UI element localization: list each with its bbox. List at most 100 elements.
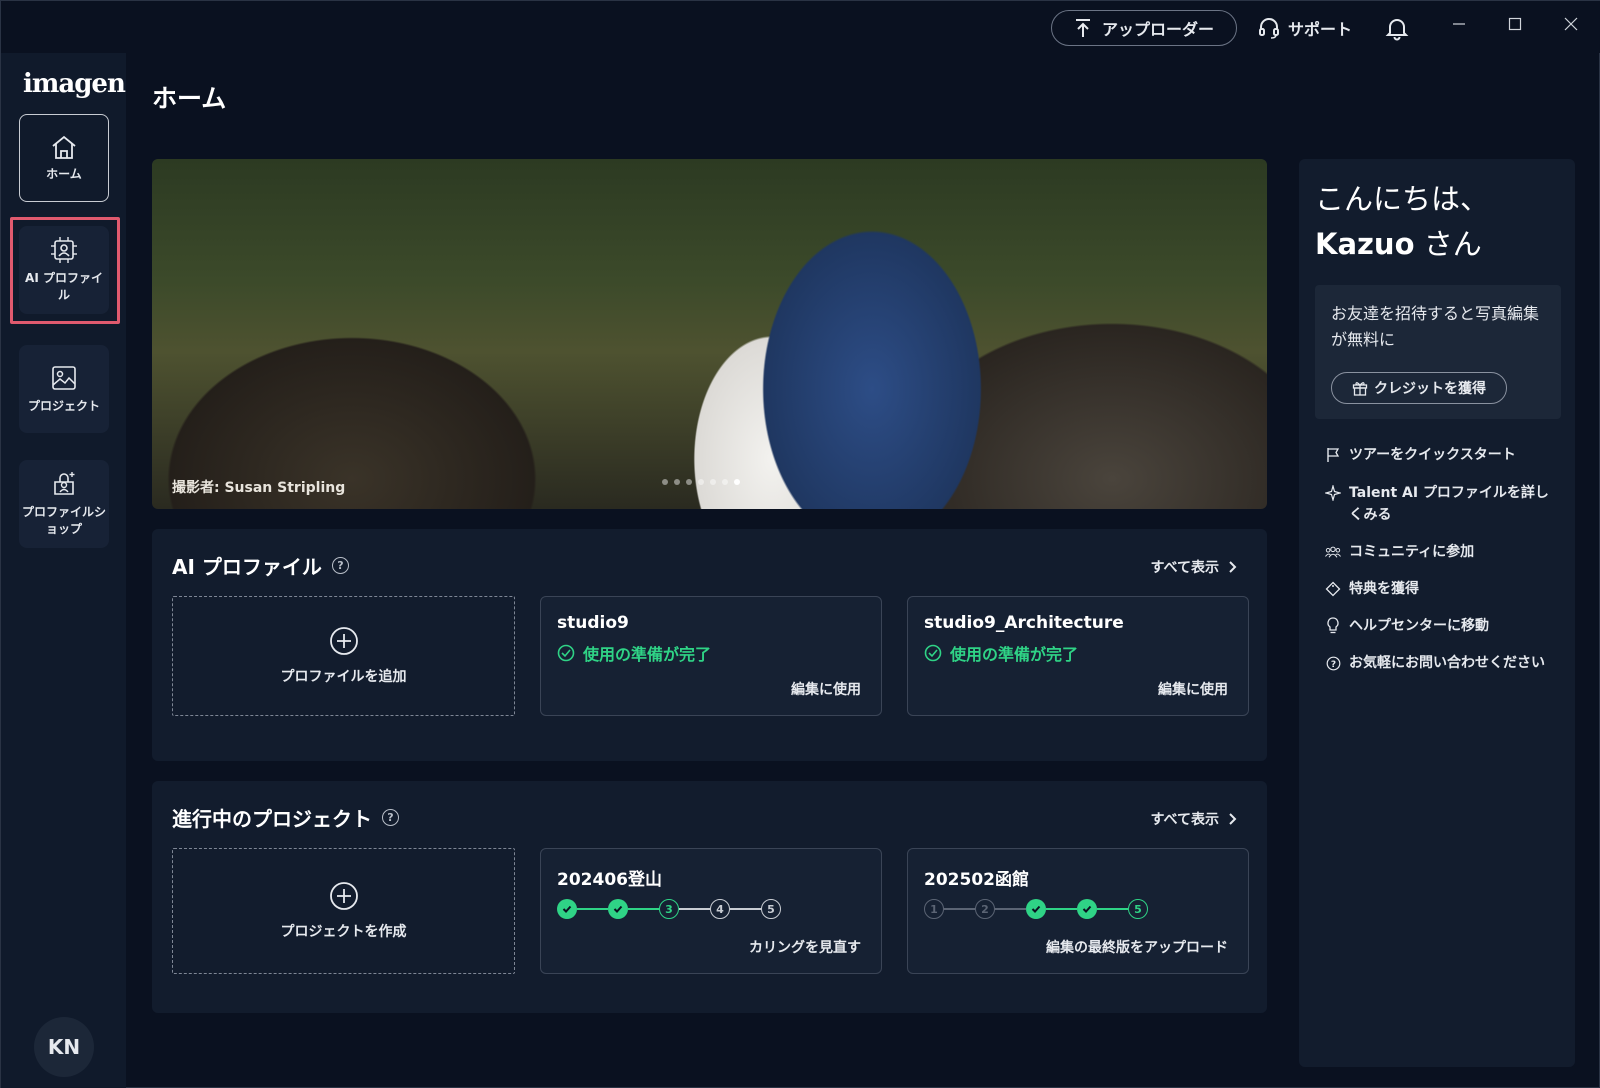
sidebar-item-project[interactable]: プロジェクト (19, 345, 109, 433)
sidebar-item-home[interactable]: ホーム (19, 114, 109, 202)
greeting: こんにちは、 Kazuo さん (1315, 177, 1489, 267)
help-icon[interactable]: ? (382, 809, 399, 826)
carousel-dot[interactable] (710, 479, 716, 485)
maximize-button[interactable] (1495, 9, 1535, 39)
use-for-edit-button[interactable]: 編集に使用 (791, 679, 861, 699)
see-all-label: すべて表示 (1150, 812, 1219, 828)
question-icon: ? (1326, 656, 1340, 670)
check-icon (613, 905, 623, 913)
profile-name: studio9_Architecture (924, 613, 1124, 633)
project-next-action[interactable]: 編集の最終版をアップロード (1046, 937, 1228, 957)
minimize-icon (1453, 23, 1465, 25)
link-quickstart-tour[interactable]: ツアーをクイックスタート (1325, 444, 1555, 466)
link-label: ツアーをクイックスタート (1349, 447, 1516, 463)
close-icon (1564, 17, 1578, 31)
link-label: ヘルプセンターに移動 (1349, 618, 1489, 634)
close-button[interactable] (1551, 9, 1591, 39)
sidebar-item-label: ホーム (46, 166, 82, 181)
check-icon (1031, 905, 1041, 913)
progress-step (557, 899, 577, 919)
create-project-button[interactable]: プロジェクトを作成 (172, 848, 515, 974)
link-label: コミュニティに参加 (1349, 544, 1475, 560)
page-title: ホーム (152, 84, 227, 113)
sparkle-icon (1325, 485, 1341, 501)
photo-credit: 撮影者: Susan Stripling (172, 480, 346, 496)
step-connector (628, 908, 659, 910)
community-icon (1325, 546, 1341, 558)
progress-step: 4 (710, 899, 730, 919)
carousel-dot[interactable] (662, 479, 668, 485)
project-card[interactable]: 202406登山 3 4 5 カリングを見直す (540, 848, 882, 974)
support-button[interactable]: サポート (1258, 10, 1352, 46)
see-all-label: すべて表示 (1150, 560, 1219, 576)
carousel-dot[interactable] (686, 479, 692, 485)
sidebar-item-profile-shop[interactable]: プロファイルショップ (19, 460, 109, 548)
profile-shop-icon (54, 472, 75, 495)
sidebar-item-label: プロファイルショップ (21, 505, 106, 536)
link-label: お気軽にお問い合わせください (1349, 655, 1545, 671)
add-profile-button[interactable]: プロファイルを追加 (172, 596, 515, 716)
greeting-suffix: さん (1414, 227, 1482, 261)
link-get-rewards[interactable]: 特典を獲得 (1325, 578, 1555, 600)
progress-step (1077, 899, 1097, 919)
svg-text:?: ? (1330, 660, 1335, 670)
link-community[interactable]: コミュニティに参加 (1325, 541, 1555, 563)
project-name: 202406登山 (557, 870, 662, 890)
flag-icon (1327, 448, 1340, 462)
link-label: Talent AI プロファイルを詳しくみる (1349, 485, 1549, 523)
progress-step: 2 (975, 899, 995, 919)
carousel-dot[interactable] (722, 479, 728, 485)
app-logo[interactable]: imagen (23, 69, 126, 99)
sidebar-item-ai-profile[interactable]: AI プロファイル (19, 226, 109, 314)
profile-status-label: 使用の準備が完了 (583, 645, 712, 664)
carousel-dot[interactable] (698, 479, 704, 485)
plus-circle-icon (329, 627, 358, 655)
hero-banner[interactable]: 撮影者: Susan Stripling (152, 159, 1267, 509)
see-all-link[interactable]: すべて表示 (1151, 557, 1237, 577)
profile-card[interactable]: studio9 使用の準備が完了 編集に使用 (540, 596, 882, 716)
project-next-action[interactable]: カリングを見直す (749, 937, 861, 957)
home-icon (52, 135, 76, 159)
uploader-button[interactable]: アップローダー (1051, 10, 1237, 46)
carousel-dot-active[interactable] (734, 479, 740, 485)
help-icon[interactable]: ? (331, 557, 349, 574)
bell-icon[interactable] (1384, 15, 1410, 41)
step-connector (944, 908, 975, 910)
link-contact-us[interactable]: ? お気軽にお問い合わせください (1325, 652, 1555, 674)
get-credit-button[interactable]: クレジットを獲得 (1331, 372, 1507, 404)
profile-card[interactable]: studio9_Architecture 使用の準備が完了 編集に使用 (907, 596, 1249, 716)
gift-icon (1352, 382, 1368, 396)
profile-status: 使用の準備が完了 (557, 641, 711, 665)
sidebar-item-label: AI プロファイル (25, 271, 103, 302)
progress-step: 5 (1128, 899, 1148, 919)
ai-profile-title: AI プロファイル (172, 555, 322, 579)
minimize-button[interactable] (1439, 9, 1479, 39)
chevron-right-icon (1229, 561, 1237, 573)
project-card[interactable]: 202502函館 1 2 5 編集の最終版をアップロード (907, 848, 1249, 974)
check-circle-icon (924, 644, 942, 662)
title-bar: アップローダー サポート (1, 1, 1600, 53)
link-help-center[interactable]: ヘルプセンターに移動 (1325, 615, 1555, 637)
ai-profile-panel: AI プロファイル ? すべて表示 プロファイルを追加 studio9 使用の準… (152, 529, 1267, 761)
progress-step: 3 (659, 899, 679, 919)
link-talent-ai[interactable]: Talent AI プロファイルを詳しくみる (1325, 482, 1555, 526)
add-profile-label: プロファイルを追加 (280, 669, 407, 685)
progress-steps: 1 2 5 (924, 899, 1148, 919)
create-project-label: プロジェクトを作成 (280, 924, 407, 940)
uploader-label: アップローダー (1101, 20, 1214, 39)
step-connector (730, 908, 761, 910)
carousel-dot[interactable] (674, 479, 680, 485)
invite-box: お友達を招待すると写真編集が無料に クレジットを獲得 (1315, 285, 1561, 419)
right-panel: こんにちは、 Kazuo さん お友達を招待すると写真編集が無料に クレジットを… (1299, 159, 1575, 1067)
use-for-edit-button[interactable]: 編集に使用 (1158, 679, 1228, 699)
step-connector (995, 908, 1026, 910)
maximize-icon (1508, 17, 1522, 31)
see-all-link[interactable]: すべて表示 (1151, 809, 1237, 829)
avatar[interactable]: KN (34, 1017, 94, 1077)
step-connector (1097, 908, 1128, 910)
project-icon (52, 365, 76, 390)
ai-profile-icon (51, 237, 77, 263)
chevron-right-icon (1229, 813, 1237, 825)
step-connector (577, 908, 608, 910)
user-name: Kazuo (1315, 227, 1415, 261)
